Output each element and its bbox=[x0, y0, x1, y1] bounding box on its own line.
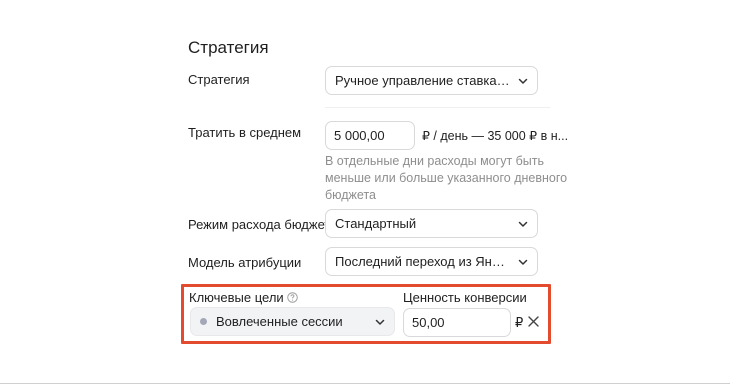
key-goals-select[interactable]: Вовлеченные сессии bbox=[190, 307, 395, 336]
strategy-select-value: Ручное управление ставками с опти... bbox=[335, 73, 511, 88]
section-title: Стратегия bbox=[188, 38, 269, 57]
budget-mode-label: Режим расхода бюджета bbox=[188, 217, 338, 232]
daily-budget-input[interactable]: 5 000,00 bbox=[325, 121, 415, 150]
key-goals-value: Вовлеченные сессии bbox=[216, 314, 343, 329]
help-icon[interactable] bbox=[286, 292, 298, 303]
budget-hint-line-2: меньше или больше указанного дневного bbox=[325, 171, 568, 185]
attribution-label: Модель атрибуции bbox=[188, 255, 302, 270]
budget-hint-line-3: бюджета bbox=[325, 188, 376, 202]
spend-label: Тратить в среднем bbox=[188, 125, 302, 140]
budget-suffix: ₽ / день — 35 000 ₽ в н... bbox=[422, 129, 569, 143]
chevron-down-icon bbox=[518, 221, 528, 227]
budget-hint-line-1: В отдельные дни расходы могут быть bbox=[325, 154, 545, 168]
strategy-select[interactable]: Ручное управление ставками с опти... bbox=[325, 66, 538, 95]
key-goals-label: Ключевые цели bbox=[189, 290, 298, 305]
conversion-value-input[interactable]: 50,00 bbox=[403, 308, 511, 337]
key-goals-label-text: Ключевые цели bbox=[189, 290, 284, 305]
currency-label: ₽ bbox=[515, 315, 524, 330]
conversion-value-label: Ценность конверсии bbox=[403, 290, 527, 305]
budget-mode-select[interactable]: Стандартный bbox=[325, 209, 538, 238]
close-icon[interactable] bbox=[527, 315, 540, 328]
conversion-value: 50,00 bbox=[412, 315, 445, 330]
divider bbox=[325, 107, 550, 108]
chevron-down-icon bbox=[518, 78, 528, 84]
chevron-down-icon bbox=[518, 259, 528, 265]
budget-mode-value: Стандартный bbox=[335, 216, 417, 231]
attribution-select[interactable]: Последний переход из Яндекс.Дире... bbox=[325, 247, 538, 276]
attribution-value: Последний переход из Яндекс.Дире... bbox=[335, 254, 511, 269]
goal-status-dot bbox=[200, 318, 207, 325]
strategy-label: Стратегия bbox=[188, 72, 250, 87]
bottom-divider bbox=[0, 383, 730, 384]
chevron-down-icon bbox=[375, 319, 385, 325]
daily-budget-value: 5 000,00 bbox=[334, 128, 385, 143]
